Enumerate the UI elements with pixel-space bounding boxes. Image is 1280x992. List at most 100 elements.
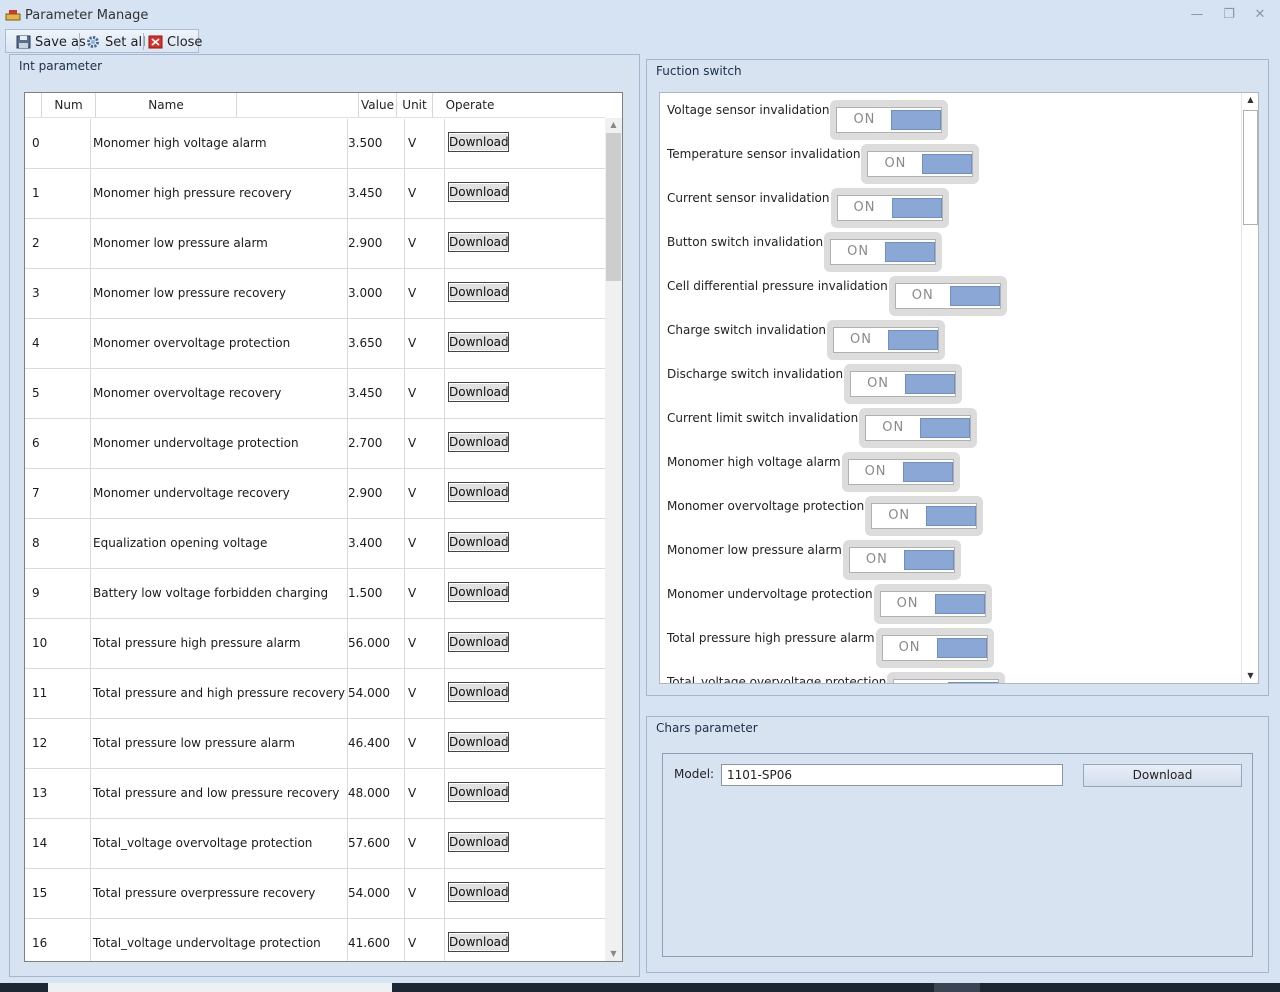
table-row[interactable]: 15 Total pressure overpressure recovery 54…	[25, 869, 605, 919]
cell-value[interactable]: 46.400	[348, 719, 405, 769]
download-button[interactable]: Download	[448, 632, 509, 652]
table-row[interactable]: 10 Total pressure high pressure alarm 56.0…	[25, 619, 605, 669]
table-row[interactable]: 1 Monomer high pressure recovery 3.450 V Dow…	[25, 169, 605, 219]
toggle-switch[interactable]: ON	[844, 364, 963, 404]
column-header-name[interactable]: Name	[96, 93, 237, 117]
toggle-knob[interactable]	[936, 638, 987, 658]
download-button[interactable]: Download	[448, 932, 509, 952]
toggle-switch[interactable]: ON	[873, 584, 992, 624]
cell-value[interactable]: 48.000	[348, 769, 405, 819]
download-button[interactable]: Download	[448, 732, 509, 752]
cell-value[interactable]: 3.400	[348, 519, 405, 569]
download-button[interactable]: Download	[448, 182, 509, 202]
cell-value[interactable]: 3.500	[348, 119, 405, 169]
download-button[interactable]: Download	[448, 682, 509, 702]
download-button[interactable]: Download	[448, 132, 509, 152]
scroll-down-icon[interactable]: ▼	[605, 947, 622, 961]
toggle-switch[interactable]: ON	[875, 628, 994, 668]
table-row[interactable]: 2 Monomer low pressure alarm 2.900 V Downloa…	[25, 219, 605, 269]
toggle-knob[interactable]	[905, 374, 956, 394]
cell-value[interactable]: 1.500	[348, 569, 405, 619]
toggle-switch[interactable]: ON	[859, 408, 978, 448]
scrollbar-thumb[interactable]	[606, 133, 621, 281]
toggle-knob[interactable]	[888, 330, 939, 350]
download-button[interactable]: Download	[448, 482, 509, 502]
set-all-button[interactable]: Set all	[86, 32, 146, 52]
toggle-knob[interactable]	[948, 682, 999, 683]
toggle-knob[interactable]	[902, 462, 953, 482]
cell-value[interactable]: 57.600	[348, 819, 405, 869]
cell-value[interactable]: 3.650	[348, 319, 405, 369]
cell-value[interactable]: 3.450	[348, 169, 405, 219]
toggle-switch[interactable]: ON	[827, 320, 946, 360]
cell-value[interactable]: 54.000	[348, 669, 405, 719]
table-row[interactable]: 12 Total pressure low pressure alarm 46.40…	[25, 719, 605, 769]
table-row[interactable]: 8 Equalization opening voltage 3.400 V Downl…	[25, 519, 605, 569]
cell-value[interactable]: 3.000	[348, 269, 405, 319]
table-row[interactable]: 0 Monomer high voltage alarm 3.500 V Downloa…	[25, 119, 605, 169]
download-button[interactable]: Download	[448, 332, 509, 352]
download-button[interactable]: Download	[448, 832, 509, 852]
scrollbar-thumb[interactable]	[1243, 110, 1258, 225]
cell-value[interactable]: 3.450	[348, 369, 405, 419]
toggle-knob[interactable]	[891, 198, 942, 218]
toggle-switch[interactable]: ON	[861, 144, 980, 184]
cell-value[interactable]: 2.900	[348, 469, 405, 519]
scroll-up-icon[interactable]: ▲	[605, 118, 622, 132]
column-header-value[interactable]: Value	[359, 93, 397, 117]
toggle-knob[interactable]	[949, 286, 1000, 306]
download-button[interactable]: Download	[448, 582, 509, 602]
table-row[interactable]: 14 Total_voltage overvoltage protection 57…	[25, 819, 605, 869]
table-row[interactable]: 9 Battery low voltage forbidden charging 1…	[25, 569, 605, 619]
download-button[interactable]: Download	[448, 432, 509, 452]
column-header-num[interactable]: Num	[42, 93, 96, 117]
table-row[interactable]: 6 Monomer undervoltage protection 2.700 V Do…	[25, 419, 605, 469]
download-button[interactable]: Download	[448, 532, 509, 552]
toggle-knob[interactable]	[926, 506, 977, 526]
toggle-knob[interactable]	[891, 110, 942, 130]
scroll-down-icon[interactable]: ▼	[1242, 669, 1258, 683]
download-button[interactable]: Download	[448, 282, 509, 302]
minimize-icon[interactable]: —	[1186, 6, 1208, 24]
restore-icon[interactable]: ❐	[1218, 6, 1240, 24]
toggle-knob[interactable]	[885, 242, 936, 262]
table-row[interactable]: 11 Total pressure and high pressure recov…	[25, 669, 605, 719]
toggle-knob[interactable]	[903, 550, 954, 570]
toggle-switch[interactable]: ON	[830, 188, 949, 228]
toggle-switch[interactable]: ON	[887, 672, 1006, 683]
download-button[interactable]: Download	[448, 782, 509, 802]
close-button[interactable]: Close	[148, 32, 202, 52]
cell-value[interactable]: 41.600	[348, 919, 405, 961]
save-as-button[interactable]: Save as	[16, 32, 86, 52]
toggle-knob[interactable]	[922, 154, 973, 174]
cell-value[interactable]: 54.000	[348, 869, 405, 919]
table-row[interactable]: 13 Total pressure and low pressure recove…	[25, 769, 605, 819]
table-row[interactable]: 16 Total_voltage undervoltage protection 4…	[25, 919, 605, 961]
cell-value[interactable]: 56.000	[348, 619, 405, 669]
toggle-switch[interactable]: ON	[830, 100, 949, 140]
toggle-switch[interactable]: ON	[841, 452, 960, 492]
taskbar-app[interactable]	[934, 983, 980, 992]
switch-scrollbar[interactable]: ▲ ▼	[1241, 93, 1258, 683]
grid-scrollbar[interactable]: ▲ ▼	[605, 118, 622, 961]
toggle-switch[interactable]: ON	[824, 232, 943, 272]
toggle-switch[interactable]: ON	[842, 540, 961, 580]
model-input[interactable]: 1101-SP06	[721, 764, 1063, 786]
toggle-switch[interactable]: ON	[865, 496, 984, 536]
model-download-button[interactable]: Download	[1083, 764, 1242, 787]
cell-value[interactable]: 2.900	[348, 219, 405, 269]
download-button[interactable]: Download	[448, 882, 509, 902]
download-button[interactable]: Download	[448, 382, 509, 402]
toggle-switch[interactable]: ON	[888, 276, 1007, 316]
cell-value[interactable]: 2.700	[348, 419, 405, 469]
close-window-icon[interactable]: ✕	[1249, 6, 1271, 24]
taskbar-search-box[interactable]	[48, 983, 392, 992]
table-row[interactable]: 4 Monomer overvoltage protection 3.650 V Dow…	[25, 319, 605, 369]
column-header-operate[interactable]: Operate	[433, 93, 507, 117]
toggle-knob[interactable]	[920, 418, 971, 438]
scroll-up-icon[interactable]: ▲	[1242, 93, 1258, 107]
toggle-knob[interactable]	[934, 594, 985, 614]
table-row[interactable]: 3 Monomer low pressure recovery 3.000 V Down…	[25, 269, 605, 319]
table-row[interactable]: 5 Monomer overvoltage recovery 3.450 V Downl…	[25, 369, 605, 419]
column-header-unit[interactable]: Unit	[397, 93, 433, 117]
